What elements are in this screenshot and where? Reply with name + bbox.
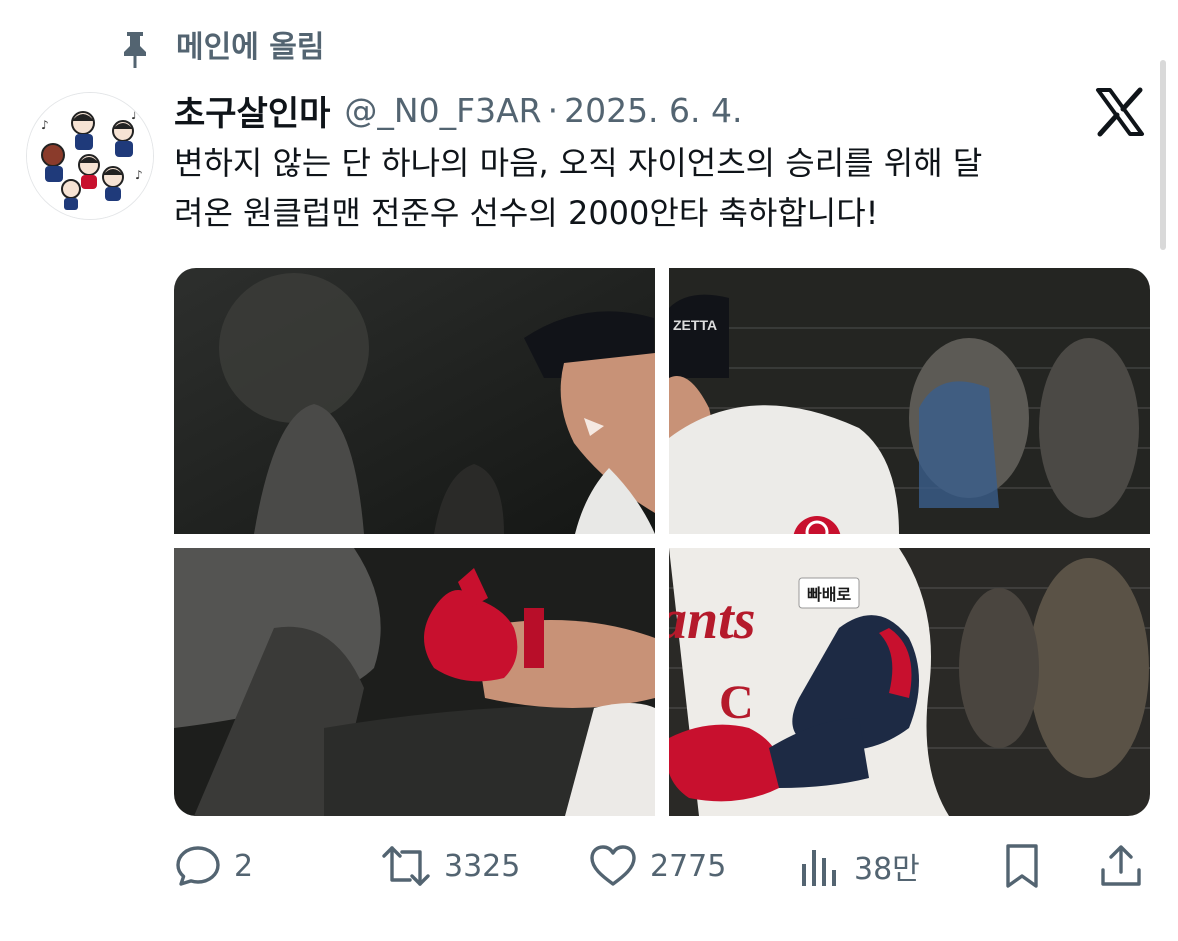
retweet-count: 3325	[444, 848, 521, 884]
tweet-text-line: 려온 원클럽맨 전준우 선수의 2000안타 축하합니다!	[174, 194, 879, 232]
svg-text:♪: ♪	[131, 108, 139, 122]
display-name[interactable]: 초구살인마	[174, 86, 330, 135]
media-grid: ZETTA nts C 빠배로	[174, 268, 1150, 816]
share-button[interactable]	[1098, 836, 1144, 896]
media-image-3[interactable]	[174, 548, 655, 816]
separator-dot: ·	[547, 90, 559, 130]
reply-button[interactable]: 2	[174, 836, 253, 896]
views-button[interactable]: 38만	[798, 836, 920, 896]
svg-text:ants: ants	[669, 589, 756, 651]
heart-icon	[590, 845, 636, 886]
media-image-1[interactable]	[174, 268, 655, 534]
svg-text:ZETTA: ZETTA	[673, 317, 717, 333]
reply-icon	[176, 846, 220, 886]
bookmark-button[interactable]	[1000, 836, 1044, 896]
media-image-4[interactable]: ants C 빠배로	[669, 548, 1150, 816]
retweet-icon	[382, 846, 430, 886]
like-button[interactable]: 2775	[588, 836, 726, 896]
tweet-header: 초구살인마 @_N0_F3AR · 2025. 6. 4.	[174, 86, 743, 134]
post-date[interactable]: 2025. 6. 4.	[564, 91, 742, 130]
avatar[interactable]: ♪ ♪ ♪	[26, 92, 154, 220]
scrollbar[interactable]	[1160, 60, 1166, 250]
retweet-button[interactable]: 3325	[380, 836, 520, 896]
media-image-2[interactable]: ZETTA	[669, 268, 1150, 534]
like-count: 2775	[650, 848, 727, 884]
views-count: 38만	[854, 852, 920, 887]
bookmark-icon	[1006, 844, 1038, 888]
svg-text:빠배로: 빠배로	[807, 585, 851, 604]
svg-text:C: C	[719, 676, 754, 729]
reply-count: 2	[234, 848, 254, 884]
views-icon	[802, 850, 836, 886]
avatar-illustration: ♪ ♪ ♪	[27, 93, 153, 219]
tweet-text: 변하지 않는 단 하나의 마음, 오직 자이언츠의 승리를 위해 달 려온 원클…	[174, 138, 1154, 238]
pin-icon	[119, 30, 151, 70]
share-icon	[1101, 845, 1141, 886]
action-bar: 2 3325 2775 38만	[174, 836, 1154, 896]
pinned-label: 메인에 올림	[176, 30, 325, 65]
x-logo-icon[interactable]	[1094, 86, 1146, 138]
svg-text:♪: ♪	[135, 168, 143, 182]
user-handle[interactable]: @_N0_F3AR	[344, 91, 541, 130]
svg-text:♪: ♪	[41, 118, 49, 132]
tweet-text-line: 변하지 않는 단 하나의 마음, 오직 자이언츠의 승리를 위해 달	[174, 144, 983, 182]
